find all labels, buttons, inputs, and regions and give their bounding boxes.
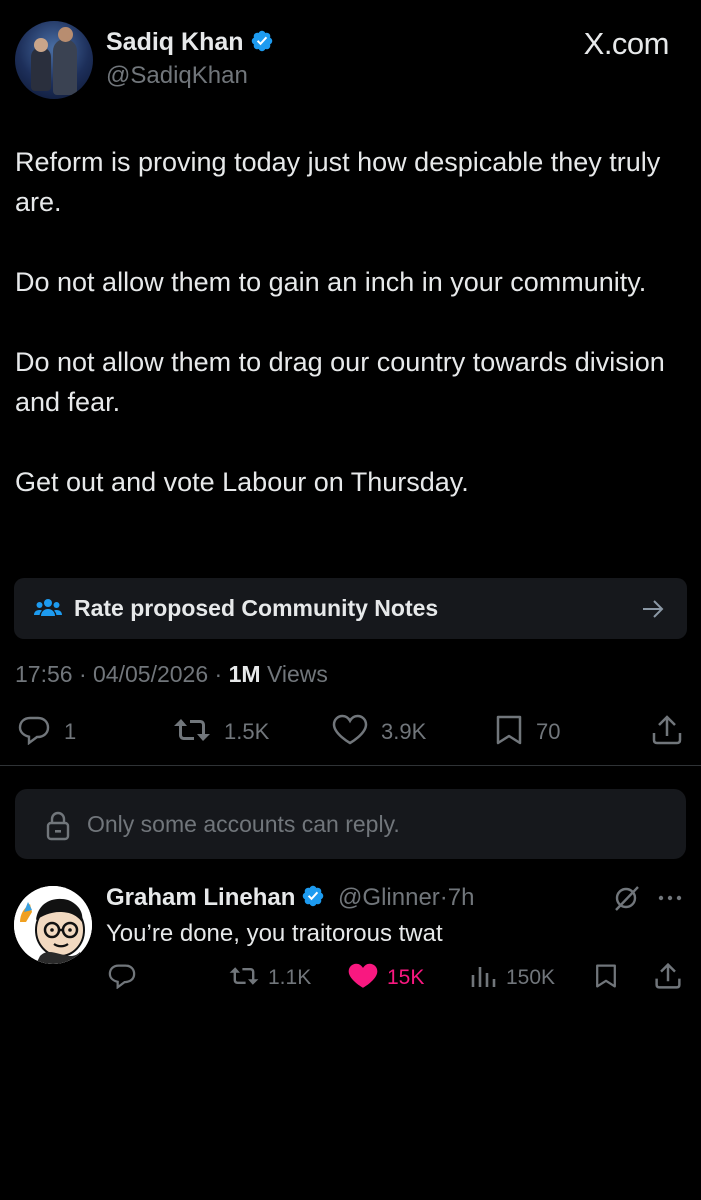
reply-like-count: 15K	[387, 966, 425, 989]
bookmark-icon	[594, 962, 618, 995]
people-icon	[34, 596, 62, 625]
tweet-text: Reform is proving today just how despica…	[15, 142, 685, 502]
reply-header[interactable]: Graham Linehan @Glinner·7h	[106, 884, 474, 915]
author-name[interactable]: Sadiq Khan	[106, 28, 244, 56]
more-icon	[656, 895, 684, 916]
bookmark-count: 70	[536, 719, 561, 744]
bookmark-button[interactable]: 70	[494, 714, 561, 751]
community-notes-label: Rate proposed Community Notes	[74, 595, 439, 621]
like-count: 3.9K	[381, 719, 427, 744]
tweet-date[interactable]: 04/05/2026	[93, 661, 208, 687]
reply-share-button[interactable]	[654, 962, 682, 994]
repost-button[interactable]: 1.5K	[172, 716, 269, 748]
reply-reply-button[interactable]	[108, 962, 136, 994]
lock-icon	[45, 811, 71, 846]
reply-restriction-banner: Only some accounts can reply.	[15, 789, 686, 859]
reply-icon	[18, 715, 50, 750]
views-chart-icon	[470, 963, 498, 994]
separator-dot: ·	[439, 884, 448, 911]
site-label: X.com	[583, 26, 670, 61]
reply-author-name[interactable]: Graham Linehan	[106, 884, 295, 911]
reply-repost-button[interactable]: 1.1K	[228, 962, 311, 994]
community-notes-button[interactable]: Rate proposed Community Notes	[14, 578, 687, 639]
verified-badge-icon	[301, 884, 325, 915]
reply-text: You’re done, you traitorous twat	[106, 920, 443, 947]
share-icon	[651, 714, 683, 751]
grok-icon	[612, 886, 640, 916]
reply-author-handle[interactable]: @Glinner	[338, 884, 440, 911]
repost-icon	[172, 715, 212, 750]
repost-count: 1.5K	[224, 719, 270, 744]
reply-avatar[interactable]	[14, 886, 92, 964]
reply-icon	[108, 963, 136, 994]
bookmark-icon	[494, 714, 524, 751]
reply-like-button[interactable]: 15K	[347, 962, 424, 994]
tweet-time[interactable]: 17:56	[15, 661, 73, 687]
divider	[0, 765, 701, 766]
tweet-paragraph: Get out and vote Labour on Thursday.	[15, 467, 469, 497]
grok-button[interactable]	[612, 884, 640, 917]
reply-views-count: 150K	[506, 966, 556, 989]
author-name-row[interactable]: Sadiq Khan	[106, 28, 274, 60]
author-handle[interactable]: @SadiqKhan	[106, 62, 248, 90]
tweet-paragraph: Do not allow them to gain an inch in you…	[15, 267, 647, 297]
tweet-meta: 17:56 · 04/05/2026 · 1M Views	[15, 661, 328, 687]
tweet-paragraph: Do not allow them to drag our country to…	[15, 347, 665, 417]
reply-views-button[interactable]: 150K	[470, 962, 555, 994]
reply-restriction-text: Only some accounts can reply.	[87, 811, 400, 837]
reply-repost-count: 1.1K	[268, 966, 312, 989]
heart-icon	[331, 714, 369, 751]
tweet-paragraph: Reform is proving today just how despica…	[15, 147, 661, 217]
heart-filled-icon	[347, 962, 379, 995]
more-options-button[interactable]	[656, 884, 684, 917]
repost-icon	[228, 964, 260, 993]
reply-button[interactable]: 1	[18, 716, 76, 748]
views-count: 1M	[228, 661, 261, 687]
arrow-right-icon	[641, 598, 665, 625]
share-icon	[654, 962, 682, 995]
reply-count: 1	[64, 719, 77, 744]
like-button[interactable]: 3.9K	[331, 714, 427, 751]
reply-age[interactable]: 7h	[448, 884, 475, 911]
share-button[interactable]	[651, 714, 683, 751]
author-avatar[interactable]	[15, 21, 93, 99]
reply-bookmark-button[interactable]	[594, 962, 618, 994]
verified-badge-icon	[250, 29, 274, 60]
views-label: Views	[266, 661, 328, 687]
